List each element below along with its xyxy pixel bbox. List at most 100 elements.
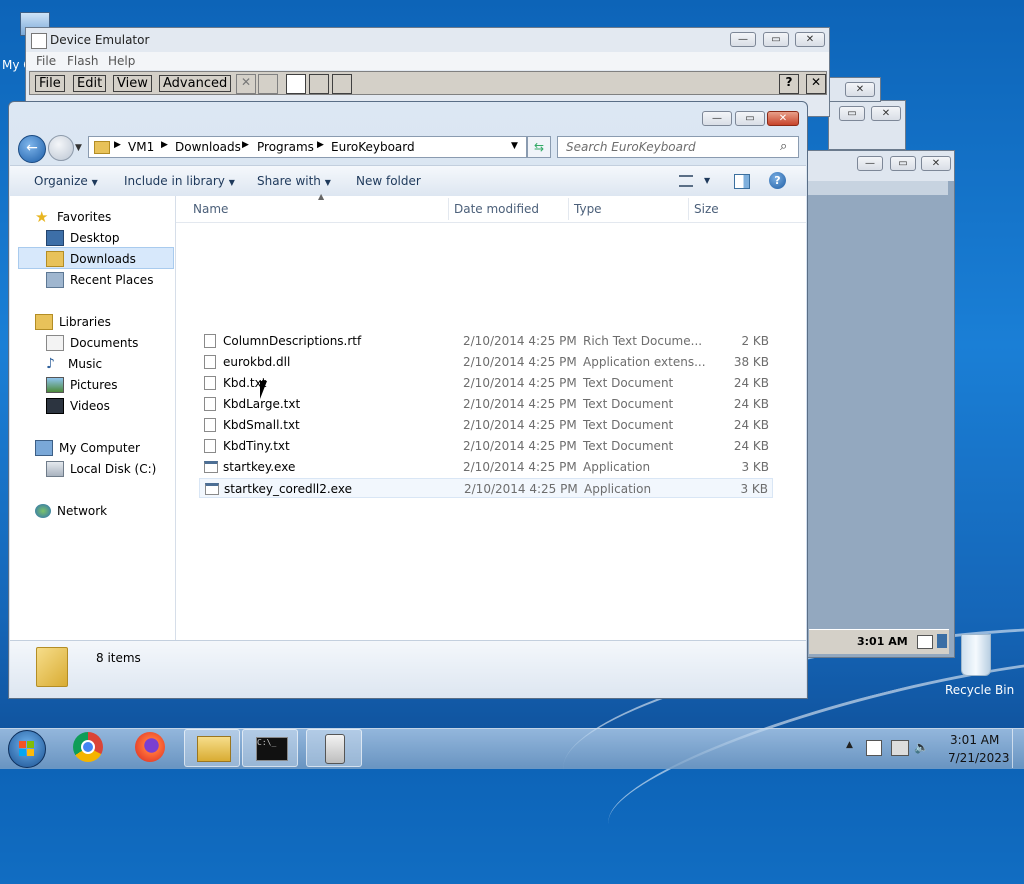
nav-network[interactable]: Network — [35, 501, 107, 521]
address-bar[interactable]: ▶ VM1 ▶ Downloads ▶ Programs ▶ EuroKeybo… — [88, 136, 527, 158]
nav-desktop-label: Desktop — [70, 231, 120, 245]
include-in-library-button[interactable]: Include in library ▼ — [124, 174, 235, 188]
document-file-icon — [204, 376, 216, 390]
volume-muted-icon[interactable]: 🔈 — [914, 740, 930, 754]
nav-recent-places[interactable]: Recent Places — [46, 270, 153, 290]
action-center-icon[interactable] — [866, 740, 882, 756]
breadcrumb-separator[interactable]: ▶ — [242, 140, 249, 150]
taskbar-date[interactable]: 7/21/2023 — [948, 751, 1010, 765]
new-folder-button[interactable]: New folder — [356, 174, 421, 188]
show-desktop-button[interactable] — [1012, 729, 1024, 768]
show-hidden-icons-button[interactable]: ▲ — [846, 740, 853, 750]
breadcrumb-separator[interactable]: ▶ — [114, 140, 121, 150]
windows-icon[interactable] — [937, 634, 947, 648]
back-button[interactable]: ← — [18, 135, 46, 163]
maximize-button[interactable]: ▭ — [735, 111, 765, 126]
breadcrumb-programs[interactable]: Programs — [257, 140, 314, 154]
list-view-icon[interactable] — [309, 74, 329, 94]
taskbar-chrome[interactable] — [60, 729, 116, 767]
nav-pictures[interactable]: Pictures — [46, 375, 118, 395]
menu-flash[interactable]: Flash — [67, 54, 98, 68]
column-name[interactable]: Name — [193, 202, 228, 216]
nav-favorites-label: Favorites — [57, 210, 112, 224]
nav-localdisk-label: Local Disk (C:) — [70, 462, 157, 476]
column-date-modified[interactable]: Date modified — [454, 202, 539, 216]
start-button[interactable] — [8, 730, 46, 768]
breadcrumb-separator[interactable]: ▶ — [317, 140, 324, 150]
maximize-button[interactable]: ▭ — [839, 106, 865, 121]
device-menu-edit[interactable]: Edit — [73, 75, 107, 92]
close-button[interactable]: ✕ — [871, 106, 901, 121]
nav-music[interactable]: ♪ Music — [46, 354, 102, 374]
change-view-icon[interactable] — [679, 175, 693, 187]
device-help-button[interactable]: ? — [779, 74, 799, 94]
column-header-row: ▲ Name Date modified Type Size — [176, 192, 806, 223]
taskbar-explorer[interactable] — [184, 729, 240, 767]
recycle-bin-icon[interactable] — [955, 630, 995, 678]
preview-pane-icon[interactable] — [734, 174, 750, 189]
device-close-button[interactable]: ✕ — [806, 74, 826, 94]
keyboard-icon[interactable] — [917, 635, 933, 649]
file-date-modified: 2/10/2014 4:25 PM — [463, 397, 577, 411]
refresh-icon[interactable]: ⇆ — [527, 136, 551, 158]
nav-documents[interactable]: Documents — [46, 333, 138, 353]
nav-desktop[interactable]: Desktop — [46, 228, 120, 248]
help-icon[interactable]: ? — [769, 172, 786, 189]
column-type[interactable]: Type — [574, 202, 602, 216]
close-button[interactable]: ✕ — [845, 82, 875, 97]
network-status-icon[interactable] — [891, 740, 909, 756]
menu-help[interactable]: Help — [108, 54, 135, 68]
maximize-button[interactable]: ▭ — [763, 32, 789, 47]
menu-file[interactable]: File — [36, 54, 56, 68]
file-row[interactable]: startkey.exe 2/10/2014 4:25 PM Application… — [199, 457, 773, 477]
file-row[interactable]: ColumnDescriptions.rtf 2/10/2014 4:25 PM R… — [199, 331, 773, 351]
large-icons-icon[interactable] — [286, 74, 306, 94]
nav-my-computer[interactable]: My Computer — [35, 438, 140, 458]
file-row[interactable]: startkey_coredll2.exe 2/10/2014 4:25 PM Ap… — [199, 478, 773, 498]
address-history-dropdown[interactable]: ▼ — [511, 141, 518, 151]
view-options-dropdown[interactable]: ▼ — [704, 176, 710, 185]
taskbar-firefox[interactable] — [122, 729, 178, 767]
column-divider[interactable] — [688, 198, 689, 220]
breadcrumb-vm1[interactable]: VM1 — [128, 140, 154, 154]
file-row[interactable]: KbdSmall.txt 2/10/2014 4:25 PM Text Docume… — [199, 415, 773, 435]
nav-libraries[interactable]: Libraries — [35, 312, 111, 332]
close-button[interactable]: ✕ — [767, 111, 799, 126]
minimize-button[interactable]: — — [730, 32, 756, 47]
recent-pages-dropdown[interactable]: ▼ — [75, 143, 82, 153]
column-size[interactable]: Size — [694, 202, 719, 216]
nav-favorites[interactable]: ★ Favorites — [35, 207, 111, 227]
search-box[interactable]: Search EuroKeyboard ⌕ — [557, 136, 799, 158]
file-row[interactable]: eurokbd.dll 2/10/2014 4:25 PM Application … — [199, 352, 773, 372]
column-divider[interactable] — [568, 198, 569, 220]
close-button[interactable]: ✕ — [795, 32, 825, 47]
file-row[interactable]: KbdLarge.txt 2/10/2014 4:25 PM Text Docume… — [199, 394, 773, 414]
device-menu-advanced[interactable]: Advanced — [159, 75, 232, 92]
taskbar-device-emulator[interactable] — [306, 729, 362, 767]
properties-icon[interactable] — [258, 74, 278, 94]
file-row[interactable]: KbdTiny.txt 2/10/2014 4:25 PM Text Documen… — [199, 436, 773, 456]
forward-button[interactable] — [48, 135, 74, 161]
organize-button[interactable]: Organize ▼ — [34, 174, 98, 188]
nav-pictures-label: Pictures — [70, 378, 118, 392]
column-divider[interactable] — [448, 198, 449, 220]
minimize-button[interactable]: — — [702, 111, 732, 126]
device-menu-file[interactable]: File — [35, 75, 65, 92]
share-with-button[interactable]: Share with ▼ — [257, 174, 331, 188]
delete-icon[interactable]: ✕ — [236, 74, 256, 94]
breadcrumb-eurokeyboard[interactable]: EuroKeyboard — [331, 140, 415, 154]
file-row[interactable]: Kbd.txt 2/10/2014 4:25 PM Text Document 24 … — [199, 373, 773, 393]
breadcrumb-downloads[interactable]: Downloads — [175, 140, 241, 154]
nav-local-disk[interactable]: Local Disk (C:) — [46, 459, 156, 479]
device-menu-view[interactable]: View — [113, 75, 152, 92]
close-button[interactable]: ✕ — [921, 156, 951, 171]
minimize-button[interactable]: — — [857, 156, 883, 171]
maximize-button[interactable]: ▭ — [890, 156, 916, 171]
details-view-icon[interactable] — [332, 74, 352, 94]
nav-videos[interactable]: Videos — [46, 396, 110, 416]
search-icon[interactable]: ⌕ — [780, 139, 787, 154]
nav-downloads[interactable]: Downloads — [46, 249, 136, 269]
taskbar-command-prompt[interactable]: C:\_ — [242, 729, 298, 767]
breadcrumb-separator[interactable]: ▶ — [161, 140, 168, 150]
taskbar-time[interactable]: 3:01 AM — [950, 733, 999, 747]
